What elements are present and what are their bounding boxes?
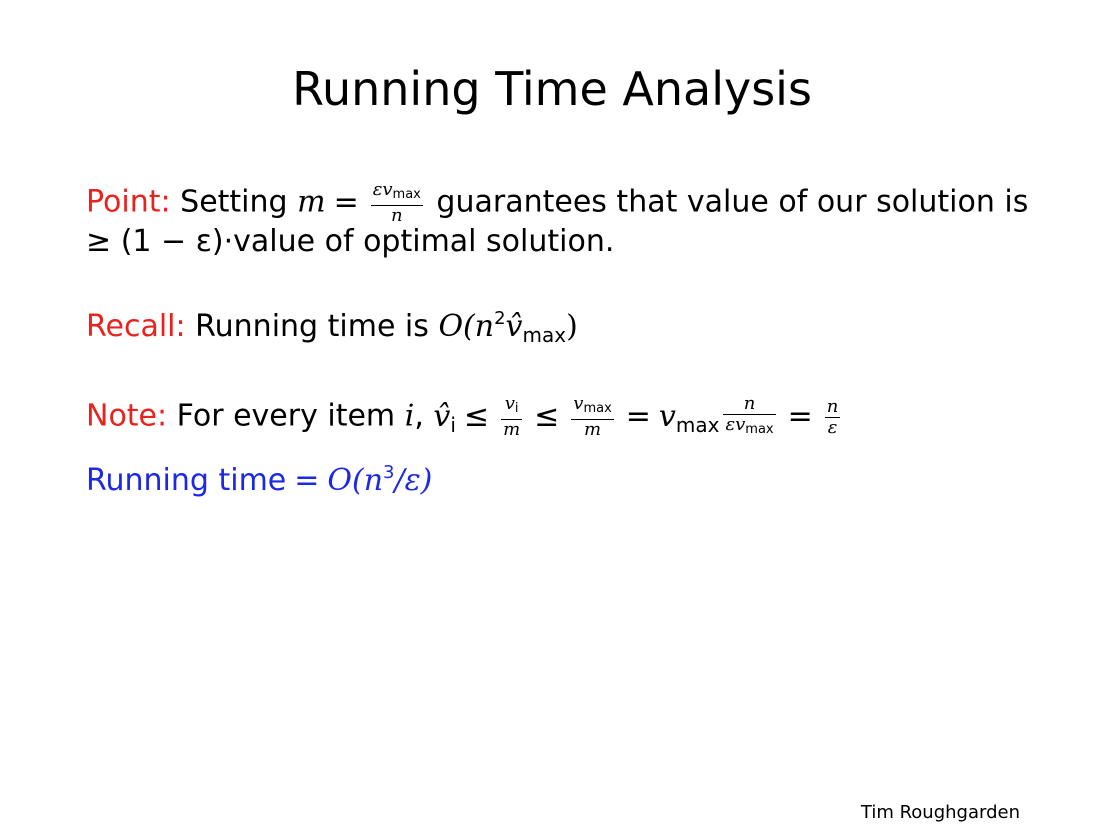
recall-label: Recall: <box>86 309 186 344</box>
slide-title: Running Time Analysis <box>292 62 812 116</box>
var-m: m <box>297 184 326 220</box>
vmax-over-m-fraction: vmax m <box>571 393 614 440</box>
point-label: Point: <box>86 184 171 220</box>
point-text-before: Setting <box>180 184 288 220</box>
vi-over-m-fraction: vi m <box>501 393 523 440</box>
var-i: i <box>404 398 415 434</box>
n-over-epsilon-fraction: nε <box>824 395 841 438</box>
one-minus-epsilon: (1 − ε) <box>120 224 224 259</box>
equals-sign: = <box>333 184 359 220</box>
geq-sign: ≥ <box>86 224 112 259</box>
n-over-epsilon-vmax-fraction: n εvmax <box>723 393 776 437</box>
point-line-2: ≥ (1 − ε)·value of optimal solution. <box>86 224 614 259</box>
author-footer: Tim Roughgarden <box>860 802 1020 823</box>
note-text: For every item <box>176 398 396 434</box>
epsilon-vmax-over-n-fraction: εvmax n <box>370 179 423 226</box>
note-line: Note: For every item i, v̂i ≤ vi m ≤ vmax m = vm… <box>86 393 841 440</box>
vmax: vmax <box>658 398 720 437</box>
point-line: Point: Setting m = εvmax n guarantees that … <box>86 180 1028 226</box>
recall-text: Running time is <box>195 309 429 344</box>
point-line2-text: ·value of optimal solution. <box>223 224 615 259</box>
recall-line: Recall: Running time is O(n2v̂max) <box>86 308 578 347</box>
result-expr: O(n3/ε) <box>327 462 433 498</box>
point-text-after: guarantees that value of our solution is <box>436 184 1029 220</box>
running-time-result: Running time = O(n3/ε) <box>86 462 433 498</box>
result-text: Running time <box>86 463 287 498</box>
note-label: Note: <box>86 398 168 434</box>
vhat-i: v̂i <box>433 398 456 437</box>
recall-expr: O(n2v̂max) <box>438 308 578 347</box>
